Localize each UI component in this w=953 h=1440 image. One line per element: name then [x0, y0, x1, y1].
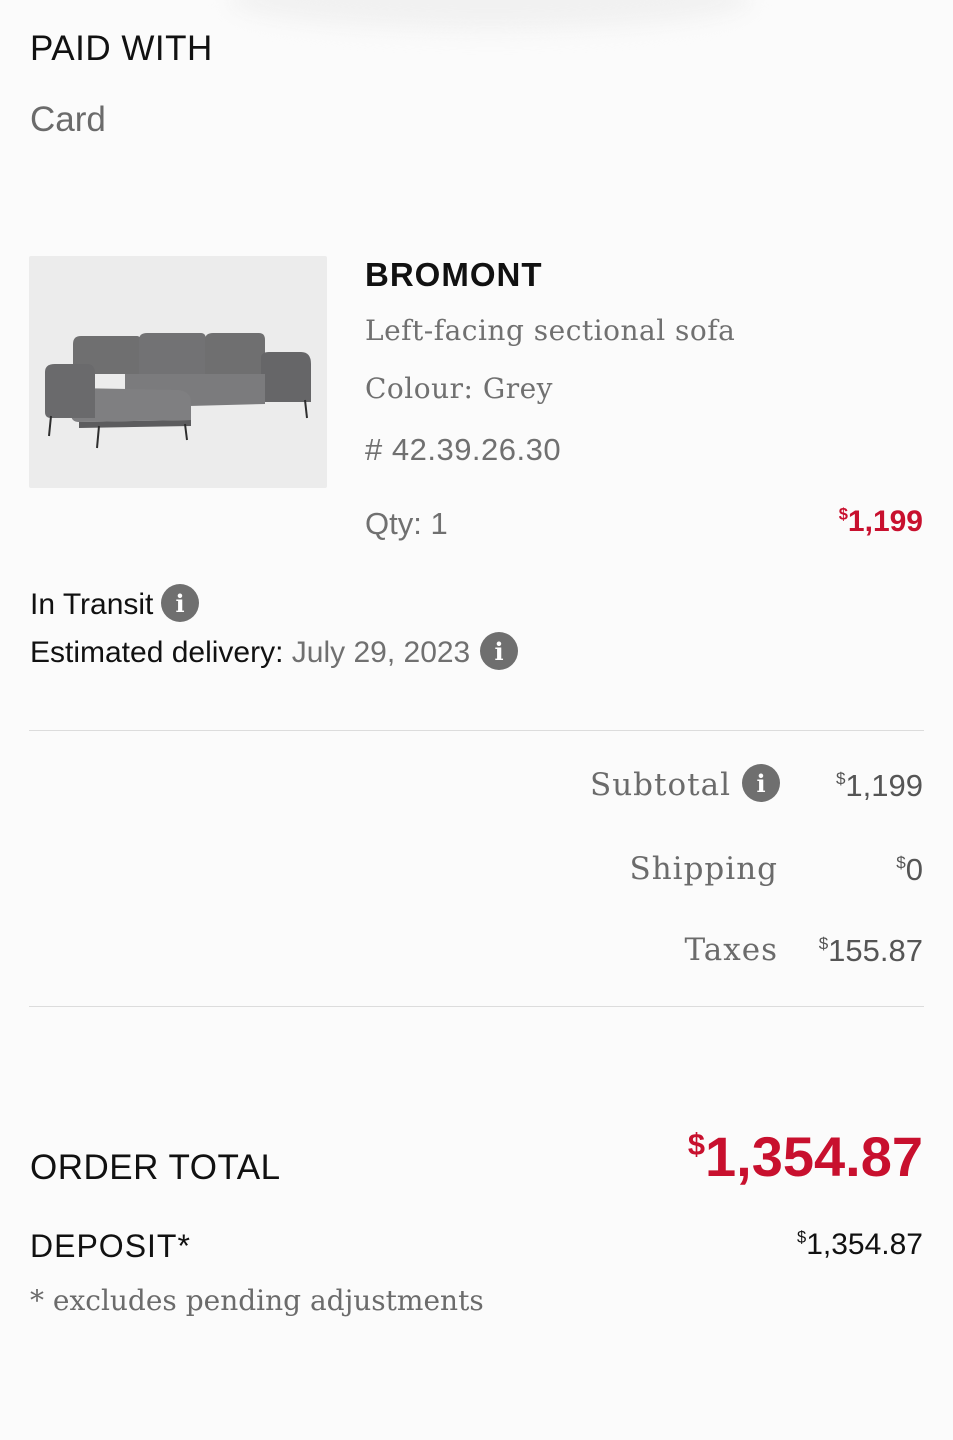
- order-total-label: ORDER TOTAL: [30, 1148, 281, 1187]
- product-quantity: Qty: 1: [365, 506, 448, 541]
- product-price: $1,199: [838, 505, 923, 538]
- product-description: Left-facing sectional sofa: [365, 314, 736, 347]
- deposit-value: $1,354.87: [797, 1228, 923, 1261]
- shipping-label: Shipping: [629, 851, 778, 887]
- top-shadow: [230, 0, 750, 30]
- info-icon[interactable]: i: [161, 584, 199, 622]
- estimated-delivery-date: July 29, 2023: [291, 636, 471, 669]
- delivery-status: In Transit: [30, 588, 154, 621]
- shipping-value: $0: [896, 852, 923, 887]
- deposit-footnote: * excludes pending adjustments: [30, 1284, 484, 1317]
- divider: [29, 730, 924, 731]
- divider: [29, 1006, 924, 1007]
- payment-method: Card: [30, 100, 106, 139]
- taxes-value: $155.87: [818, 933, 923, 968]
- estimated-delivery: Estimated delivery: July 29, 2023: [30, 636, 470, 670]
- product-name[interactable]: BROMONT: [365, 256, 542, 294]
- order-total-value: $1,354.87: [687, 1125, 923, 1188]
- deposit-label: DEPOSIT*: [30, 1228, 191, 1264]
- paid-with-heading: PAID WITH: [30, 29, 213, 68]
- product-sku: # 42.39.26.30: [365, 432, 562, 467]
- info-icon[interactable]: i: [742, 764, 780, 802]
- product-colour: Colour: Grey: [365, 372, 553, 405]
- info-icon[interactable]: i: [480, 632, 518, 670]
- estimated-delivery-label: Estimated delivery:: [30, 636, 284, 669]
- subtotal-value: $1,199: [835, 768, 923, 803]
- taxes-label: Taxes: [684, 932, 778, 968]
- product-image[interactable]: [29, 256, 327, 488]
- subtotal-label: Subtotal: [589, 767, 731, 803]
- sofa-image: [45, 333, 311, 449]
